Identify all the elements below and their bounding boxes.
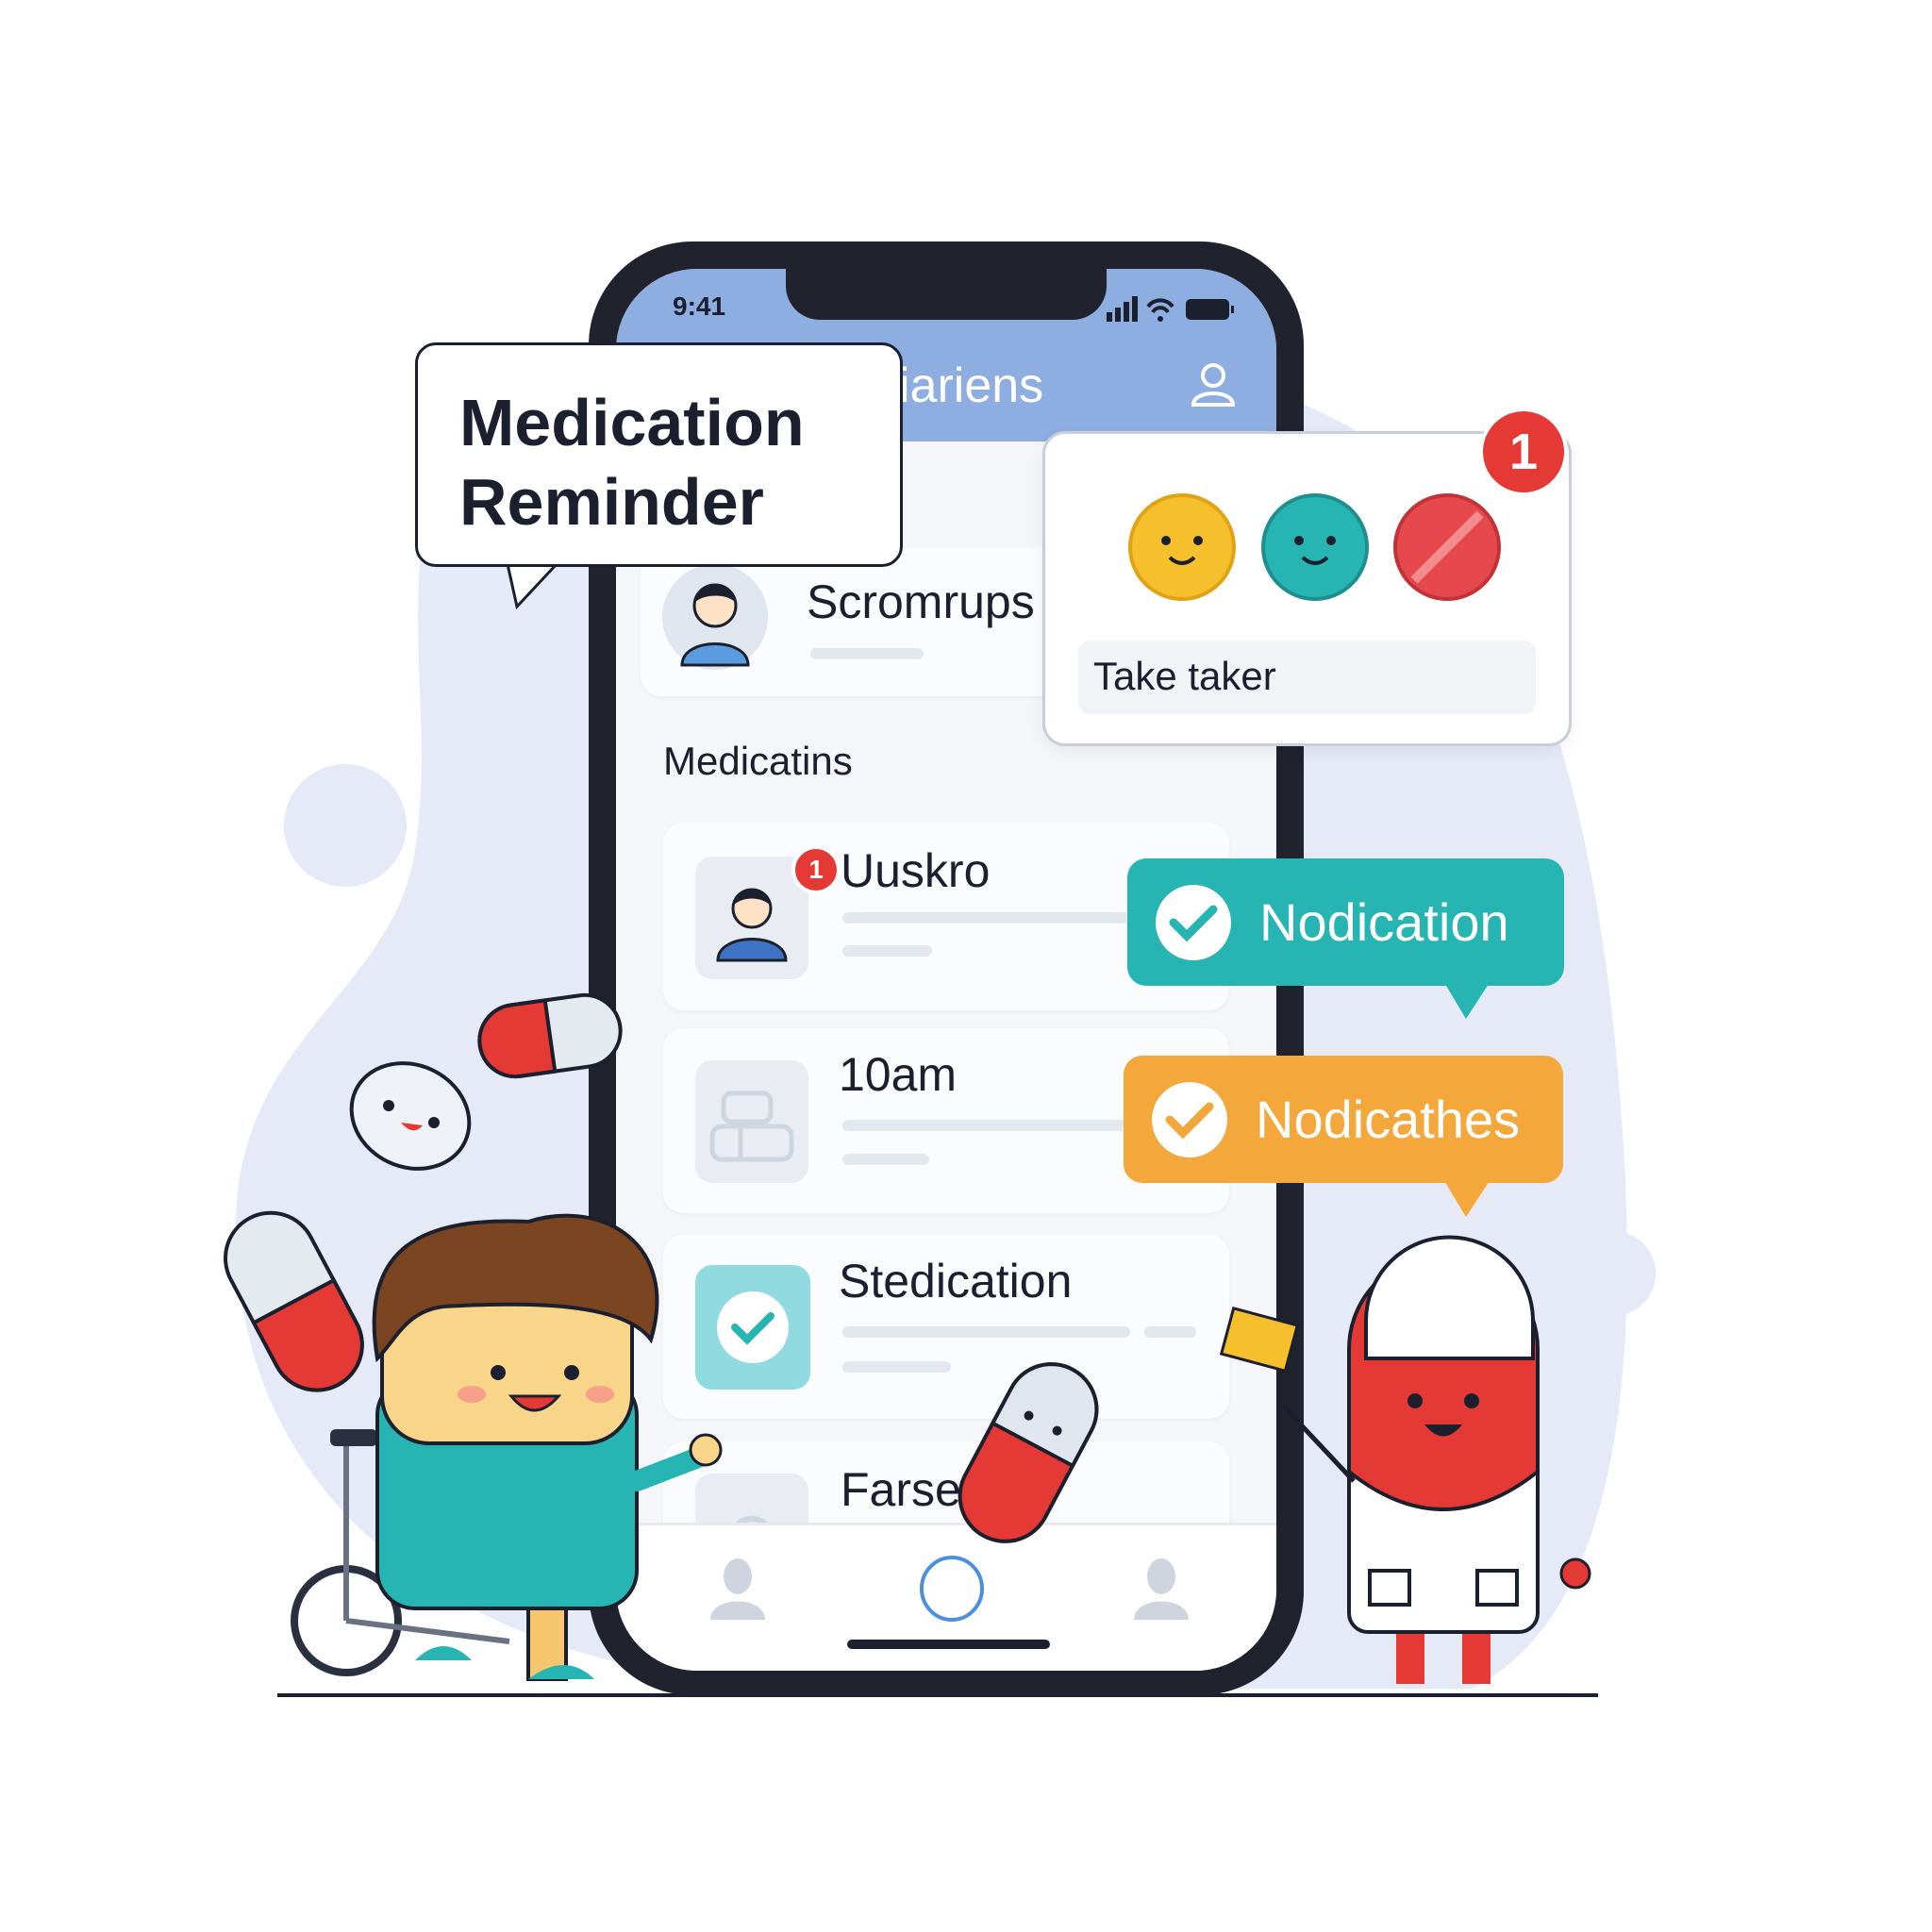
check-circle-icon [1156, 884, 1231, 960]
person-icon[interactable] [710, 1557, 765, 1620]
status-icons [1107, 296, 1234, 322]
nodicathes-tag[interactable]: Nodicathes [1124, 1056, 1563, 1183]
happy-face-yellow-icon[interactable] [1128, 493, 1236, 601]
header-title: iariens [899, 358, 1044, 413]
tag-tail [1443, 1179, 1491, 1217]
placeholder-line [1144, 1326, 1196, 1338]
tag-label: Nodicathes [1256, 1090, 1521, 1149]
blocked-red-icon[interactable] [1393, 493, 1501, 601]
take-taker-field[interactable]: Take taker [1078, 641, 1536, 714]
placeholder-line [842, 945, 932, 957]
checkmark-icon [717, 1291, 789, 1363]
section-title: Medicatins [663, 739, 853, 783]
patient-avatar [662, 564, 768, 670]
placeholder-line [842, 1326, 1130, 1338]
nodication-tag[interactable]: Nodication [1127, 858, 1564, 986]
notification-badge: 1 [791, 845, 841, 894]
check-circle-icon [1152, 1081, 1227, 1158]
status-time: 9:41 [673, 291, 726, 321]
medication-title: Stedication [839, 1255, 1073, 1307]
happy-face-teal-icon[interactable] [1261, 493, 1369, 601]
home-indicator [847, 1640, 1050, 1649]
popup-notification-badge: 1 [1479, 408, 1568, 496]
tag-tail [1443, 981, 1491, 1019]
callout-title-line2: Reminder [459, 465, 764, 539]
medication-title: 10am [839, 1048, 958, 1101]
callout-title-line1: Medication [459, 386, 805, 459]
placeholder-line [842, 1154, 929, 1165]
checked-box[interactable] [695, 1265, 810, 1390]
patient-card[interactable]: Scromrups [641, 548, 1065, 696]
mood-faces [1128, 493, 1501, 601]
patient-name: Scromrups [807, 575, 1035, 628]
medication-reminder-callout: Medication Reminder [415, 342, 903, 567]
tag-label: Nodication [1259, 892, 1509, 952]
person-icon[interactable] [1134, 1557, 1189, 1620]
medication-item[interactable]: Stedication [663, 1235, 1229, 1419]
bottom-nav [616, 1523, 1276, 1671]
medication-title: Farse [841, 1463, 961, 1516]
home-circle-icon[interactable] [918, 1554, 986, 1624]
notch [786, 269, 1107, 320]
profile-icon[interactable] [1190, 361, 1237, 408]
placeholder-line [810, 648, 924, 659]
pill-organizer-icon [695, 1060, 808, 1183]
medication-title: Uuskro [841, 844, 991, 897]
placeholder-line [842, 1361, 951, 1373]
